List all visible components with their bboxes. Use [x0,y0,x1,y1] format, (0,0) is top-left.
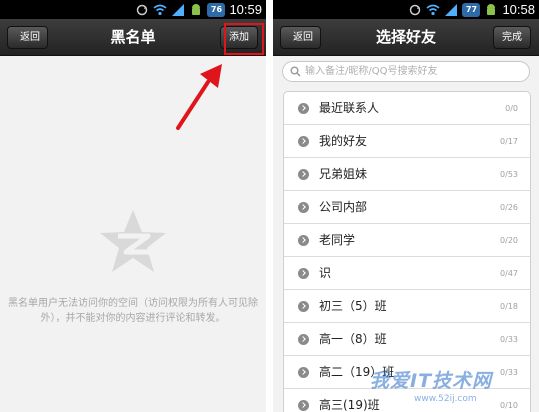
battery-indicator: 76 [207,2,226,17]
empty-state-line-1: 黑名单用户无法访问你的空间（访问权限为所有人可见除 [8,298,258,309]
done-button[interactable]: 完成 [493,26,531,49]
android-icon [192,3,201,15]
empty-state-line-2: 外），并不能对你的内容进行评论和转发。 [40,313,226,324]
expand-arrow-icon [298,103,309,114]
friend-group-row[interactable]: 公司内部 0/26 [284,191,530,224]
back-button-label: 返回 [20,32,40,43]
site-watermark: 我爱IT技术网 www.52ij.com [318,360,539,412]
back-button[interactable]: 返回 [280,26,321,49]
qzone-star-icon [100,210,166,272]
friend-group-count: 0/0 [505,104,518,113]
expand-arrow-icon [298,301,309,312]
friend-group-row[interactable]: 兄弟姐妹 0/53 [284,158,530,191]
wifi-icon [153,4,167,15]
signal-icon [445,3,458,16]
friend-group-row[interactable]: 高一（8）班 0/33 [284,323,530,356]
friend-group-count: 0/17 [500,137,518,146]
empty-state-text: 黑名单用户无法访问你的空间（访问权限为所有人可见除 外），并不能对你的内容进行评… [0,296,266,326]
wifi-icon [426,4,440,15]
sync-icon [137,4,148,15]
android-icon [487,3,496,15]
friend-group-count: 0/26 [500,203,518,212]
annotation-highlight-box [224,23,264,55]
watermark-title: 我爱IT技术网 [370,370,493,392]
friend-group-name: 老同学 [319,233,356,247]
friend-group-row[interactable]: 老同学 0/20 [284,224,530,257]
friend-group-name: 公司内部 [319,200,368,214]
screen-divider [266,0,273,412]
expand-arrow-icon [298,169,309,180]
status-bar: 76 10:59 [0,0,266,19]
friend-group-name: 初三（5）班 [319,299,387,313]
friend-group-count: 0/18 [500,302,518,311]
friend-group-count: 0/53 [500,170,518,179]
expand-arrow-icon [298,334,309,345]
friend-group-name: 最近联系人 [319,101,380,115]
back-button[interactable]: 返回 [7,26,48,49]
search-icon [290,66,301,77]
friend-group-count: 0/20 [500,236,518,245]
expand-arrow-icon [298,268,309,279]
signal-icon [172,3,185,16]
friend-group-name: 高一（8）班 [319,332,387,346]
friend-group-name: 识 [319,266,332,280]
annotation-arrow-icon [176,64,222,130]
select-friends-screen: 77 10:58 选择好友 返回 完成 最近联系人 0/0 我的好友 0/17 兄弟姐妹… [273,0,539,412]
friend-group-row[interactable]: 识 0/47 [284,257,530,290]
clock: 10:59 [229,2,262,17]
friend-group-name: 兄弟姐妹 [319,167,368,181]
blacklist-screen: 76 10:59 黑名单 返回 添加 黑名单用户无法访问你的空间（访问权限为所有… [0,0,266,412]
friend-group-count: 0/33 [500,335,518,344]
expand-arrow-icon [298,202,309,213]
clock: 10:58 [502,2,535,17]
search-box [282,61,530,82]
done-button-label: 完成 [502,32,522,43]
battery-indicator: 77 [462,2,481,17]
back-button-label: 返回 [293,32,313,43]
friend-group-row[interactable]: 我的好友 0/17 [284,125,530,158]
search-input[interactable] [305,63,525,80]
expand-arrow-icon [298,400,309,411]
sync-icon [410,4,421,15]
friend-group-row[interactable]: 最近联系人 0/0 [284,92,530,125]
expand-arrow-icon [298,136,309,147]
title-bar: 选择好友 返回 完成 [273,19,539,56]
friend-group-row[interactable]: 初三（5）班 0/18 [284,290,530,323]
friend-group-name: 我的好友 [319,134,368,148]
expand-arrow-icon [298,367,309,378]
expand-arrow-icon [298,235,309,246]
watermark-url: www.52ij.com [414,394,477,404]
status-bar: 77 10:58 [273,0,539,19]
friend-group-count: 0/47 [500,269,518,278]
